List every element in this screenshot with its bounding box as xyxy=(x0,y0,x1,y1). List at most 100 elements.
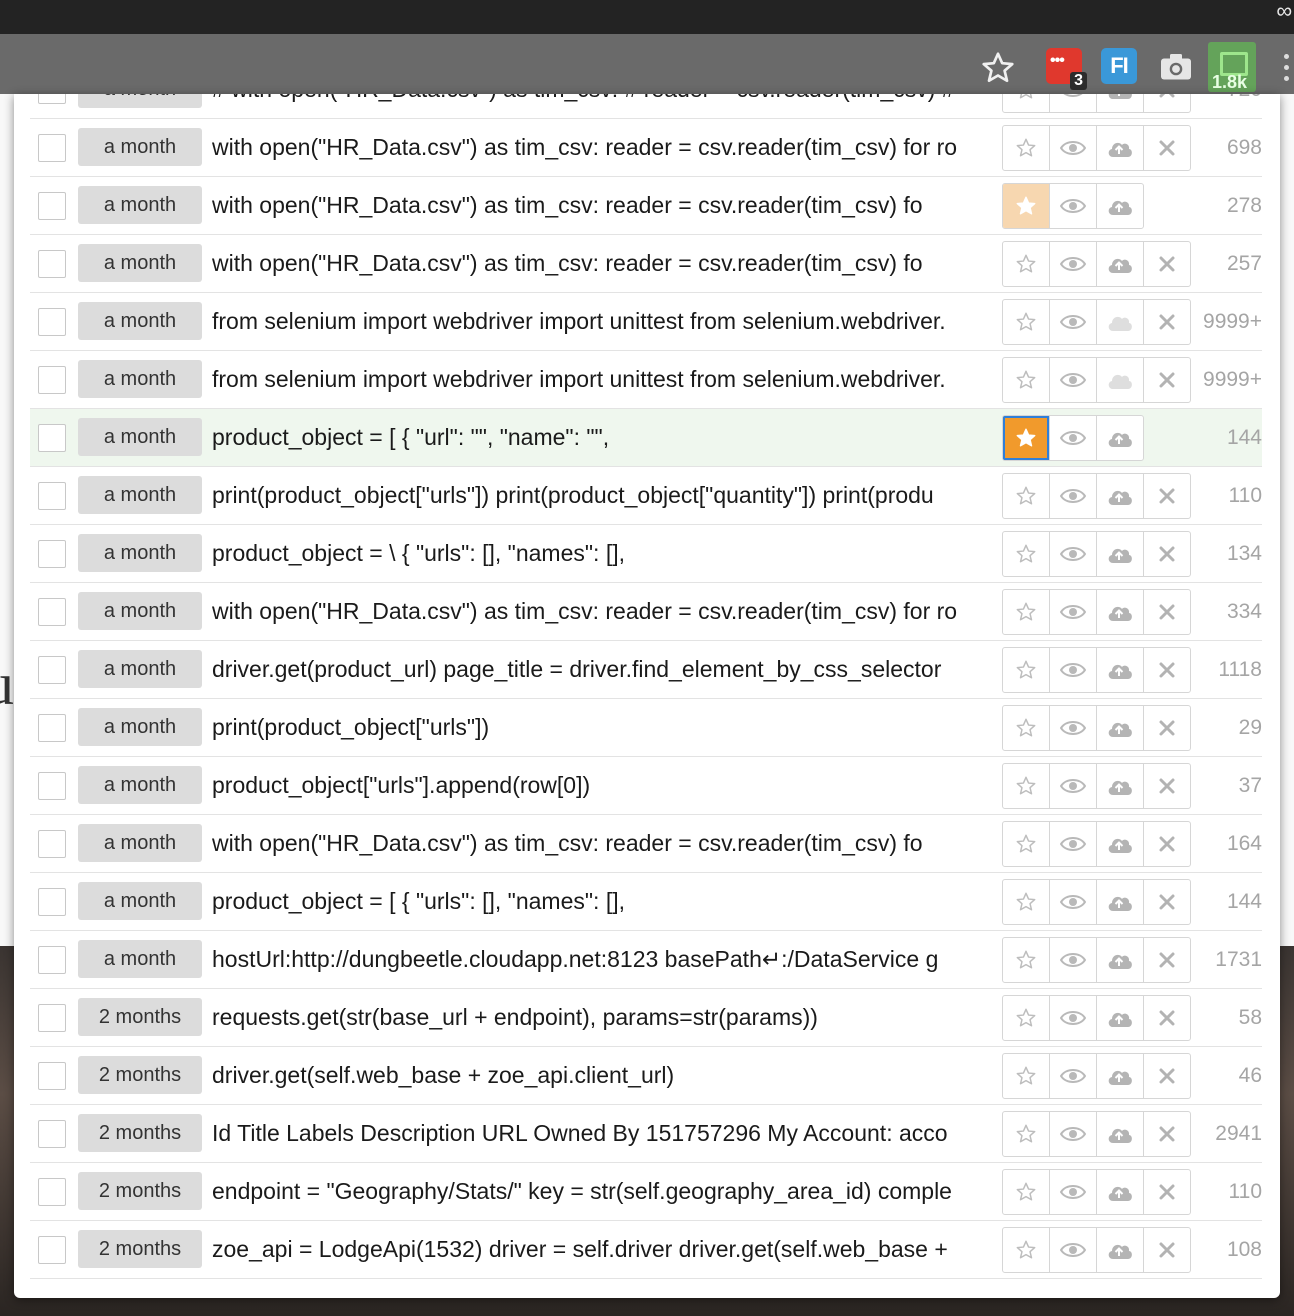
favorite-button[interactable] xyxy=(1003,880,1050,924)
clip-text[interactable]: # with open("HR_Data.csv") as tim_csv: #… xyxy=(212,94,994,118)
history-row[interactable]: a month print(product_object["urls"]) 29 xyxy=(30,699,1262,757)
favorite-button[interactable] xyxy=(1003,126,1050,170)
preview-button[interactable] xyxy=(1050,126,1097,170)
history-row[interactable]: a month with open("HR_Data.csv") as tim_c… xyxy=(30,583,1262,641)
history-row[interactable]: a month from selenium import webdriver im… xyxy=(30,293,1262,351)
preview-button[interactable] xyxy=(1050,416,1097,460)
favorite-button[interactable] xyxy=(1003,474,1050,518)
row-checkbox[interactable] xyxy=(38,656,66,684)
history-row[interactable]: a month # with open("HR_Data.csv") as tim… xyxy=(30,94,1262,119)
clip-text[interactable]: product_object = [ { "urls": [], "names"… xyxy=(212,873,994,930)
clip-text[interactable]: product_object = [ { "url": "", "name": … xyxy=(212,409,994,466)
preview-button[interactable] xyxy=(1050,94,1097,112)
favorite-button[interactable] xyxy=(1003,242,1050,286)
history-row[interactable]: 2 months endpoint = "Geography/Stats/" ke… xyxy=(30,1163,1262,1221)
preview-button[interactable] xyxy=(1050,648,1097,692)
preview-button[interactable] xyxy=(1050,590,1097,634)
delete-button[interactable] xyxy=(1144,706,1190,750)
preview-button[interactable] xyxy=(1050,1054,1097,1098)
clip-text[interactable]: with open("HR_Data.csv") as tim_csv: rea… xyxy=(212,235,994,292)
preview-button[interactable] xyxy=(1050,532,1097,576)
extension-fi-button[interactable]: FI xyxy=(1101,48,1137,84)
clip-text[interactable]: driver.get(product_url) page_title = dri… xyxy=(212,641,994,698)
clip-text[interactable]: Id Title Labels Description URL Owned By… xyxy=(212,1105,994,1162)
row-checkbox[interactable] xyxy=(38,1178,66,1206)
upload-button[interactable] xyxy=(1097,242,1144,286)
row-checkbox[interactable] xyxy=(38,1120,66,1148)
history-row[interactable]: a month product_object = \ { "urls": [], … xyxy=(30,525,1262,583)
clip-text[interactable]: with open("HR_Data.csv") as tim_csv: rea… xyxy=(212,119,994,176)
delete-button[interactable] xyxy=(1144,880,1190,924)
preview-button[interactable] xyxy=(1050,938,1097,982)
upload-button[interactable] xyxy=(1097,996,1144,1040)
row-checkbox[interactable] xyxy=(38,192,66,220)
delete-button[interactable] xyxy=(1144,764,1190,808)
upload-button[interactable] xyxy=(1097,1228,1144,1272)
delete-button[interactable] xyxy=(1144,938,1190,982)
history-row[interactable]: a month with open("HR_Data.csv") as tim_c… xyxy=(30,177,1262,235)
preview-button[interactable] xyxy=(1050,764,1097,808)
favorite-button[interactable] xyxy=(1003,648,1050,692)
row-checkbox[interactable] xyxy=(38,598,66,626)
preview-button[interactable] xyxy=(1050,1228,1097,1272)
delete-button[interactable] xyxy=(1144,590,1190,634)
favorite-button[interactable] xyxy=(1003,1112,1050,1156)
clip-text[interactable]: with open("HR_Data.csv") as tim_csv: rea… xyxy=(212,815,994,872)
upload-button[interactable] xyxy=(1097,706,1144,750)
clip-text[interactable]: from selenium import webdriver import un… xyxy=(212,293,994,350)
clip-text[interactable]: print(product_object["urls"]) print(prod… xyxy=(212,467,994,524)
favorite-button[interactable] xyxy=(1003,822,1050,866)
upload-button[interactable] xyxy=(1097,880,1144,924)
favorite-button[interactable] xyxy=(1003,764,1050,808)
upload-button[interactable] xyxy=(1097,648,1144,692)
row-checkbox[interactable] xyxy=(38,830,66,858)
preview-button[interactable] xyxy=(1050,996,1097,1040)
favorite-button[interactable] xyxy=(1003,996,1050,1040)
upload-button[interactable] xyxy=(1097,184,1143,228)
upload-button[interactable] xyxy=(1097,358,1144,402)
row-checkbox[interactable] xyxy=(38,482,66,510)
preview-button[interactable] xyxy=(1050,242,1097,286)
row-checkbox[interactable] xyxy=(38,1236,66,1264)
clip-text[interactable]: driver.get(self.web_base + zoe_api.clien… xyxy=(212,1047,994,1104)
browser-menu-icon[interactable] xyxy=(1284,54,1290,87)
delete-button[interactable] xyxy=(1144,1170,1190,1214)
clipboard-extension-button[interactable]: 1.8k xyxy=(1208,42,1256,92)
favorite-button[interactable] xyxy=(1003,1054,1050,1098)
row-checkbox[interactable] xyxy=(38,1062,66,1090)
delete-button[interactable] xyxy=(1144,474,1190,518)
upload-button[interactable] xyxy=(1097,764,1144,808)
favorite-button[interactable] xyxy=(1003,532,1050,576)
upload-button[interactable] xyxy=(1097,474,1144,518)
clip-text[interactable]: hostUrl:http://dungbeetle.cloudapp.net:8… xyxy=(212,931,994,988)
row-checkbox[interactable] xyxy=(38,94,66,104)
history-row[interactable]: a month print(product_object["urls"]) pri… xyxy=(30,467,1262,525)
delete-button[interactable] xyxy=(1144,1054,1190,1098)
delete-button[interactable] xyxy=(1144,1112,1190,1156)
favorite-button[interactable] xyxy=(1003,1228,1050,1272)
row-checkbox[interactable] xyxy=(38,424,66,452)
delete-button[interactable] xyxy=(1144,1228,1190,1272)
upload-button[interactable] xyxy=(1097,938,1144,982)
delete-button[interactable] xyxy=(1144,242,1190,286)
history-row[interactable]: a month product_object["urls"].append(row… xyxy=(30,757,1262,815)
extension-red-button[interactable]: ••• 3 xyxy=(1046,48,1087,90)
preview-button[interactable] xyxy=(1050,822,1097,866)
clip-text[interactable]: with open("HR_Data.csv") as tim_csv: rea… xyxy=(212,583,994,640)
preview-button[interactable] xyxy=(1050,1112,1097,1156)
row-checkbox[interactable] xyxy=(38,772,66,800)
row-checkbox[interactable] xyxy=(38,714,66,742)
clip-text[interactable]: from selenium import webdriver import un… xyxy=(212,351,994,408)
camera-extension-icon[interactable] xyxy=(1158,48,1194,84)
bookmark-star-icon[interactable] xyxy=(980,50,1016,86)
row-checkbox[interactable] xyxy=(38,250,66,278)
preview-button[interactable] xyxy=(1050,300,1097,344)
favorite-button[interactable] xyxy=(1003,416,1050,460)
delete-button[interactable] xyxy=(1144,126,1190,170)
delete-button[interactable] xyxy=(1144,358,1190,402)
favorite-button[interactable] xyxy=(1003,94,1050,112)
row-checkbox[interactable] xyxy=(38,366,66,394)
row-checkbox[interactable] xyxy=(38,946,66,974)
history-row[interactable]: a month from selenium import webdriver im… xyxy=(30,351,1262,409)
history-row[interactable]: 2 months driver.get(self.web_base + zoe_a… xyxy=(30,1047,1262,1105)
